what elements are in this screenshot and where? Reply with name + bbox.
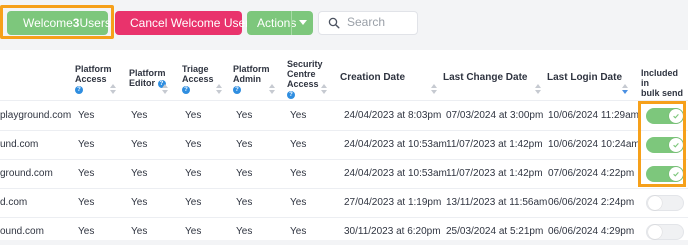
header-last-change-date[interactable]: Last Change Date bbox=[443, 73, 527, 83]
platform-admin-cell: Yes bbox=[236, 139, 253, 150]
cancel-label: Cancel Welcome Users bbox=[130, 16, 256, 30]
sort-last-change-date-icon[interactable] bbox=[535, 84, 542, 95]
triage-access-cell: Yes bbox=[185, 139, 202, 150]
bulk-send-toggle[interactable] bbox=[646, 195, 684, 211]
bulk-send-toggle[interactable] bbox=[646, 224, 684, 240]
security-centre-access-cell: Yes bbox=[290, 197, 307, 208]
platform-editor-cell: Yes bbox=[131, 139, 148, 150]
sort-triage-access-icon[interactable] bbox=[216, 84, 223, 95]
creation-date-cell: 30/11/2023 at 6:20pm bbox=[344, 226, 441, 237]
triage-access-cell: Yes bbox=[185, 168, 202, 179]
table-row[interactable]: ground.com Yes Yes Yes Yes Yes 24/04/202… bbox=[0, 160, 688, 187]
triage-access-cell: Yes bbox=[185, 226, 202, 237]
last-change-date-cell: 11/07/2023 at 1:42pm bbox=[446, 139, 543, 150]
search-input[interactable] bbox=[347, 15, 413, 29]
sort-platform-admin-icon[interactable] bbox=[269, 84, 276, 95]
platform-access-cell: Yes bbox=[78, 110, 95, 121]
sort-creation-date-icon[interactable] bbox=[431, 84, 438, 95]
platform-editor-cell: Yes bbox=[131, 110, 148, 121]
toggle-knob bbox=[648, 225, 662, 239]
platform-admin-cell: Yes bbox=[236, 197, 253, 208]
chevron-down-icon[interactable] bbox=[299, 20, 307, 25]
email-cell: und.com bbox=[0, 139, 39, 150]
platform-editor-cell: Yes bbox=[131, 226, 148, 237]
sort-security-centre-access-icon[interactable] bbox=[321, 84, 328, 95]
triage-access-cell: Yes bbox=[185, 197, 202, 208]
header-platform-access[interactable]: Platform Access ? bbox=[75, 64, 112, 94]
email-cell: playground.com bbox=[0, 110, 72, 121]
last-login-date-cell: 10/06/2024 11:29am bbox=[548, 110, 640, 121]
platform-access-cell: Yes bbox=[78, 226, 95, 237]
platform-access-cell: Yes bbox=[78, 168, 95, 179]
welcome-label-post: Users bbox=[79, 16, 111, 30]
security-centre-access-cell: Yes bbox=[290, 168, 307, 179]
actions-divider bbox=[291, 11, 292, 35]
table-row[interactable]: und.com Yes Yes Yes Yes Yes 24/04/2023 a… bbox=[0, 131, 688, 158]
last-login-date-cell: 10/06/2024 10:24am bbox=[548, 139, 640, 150]
creation-date-cell: 24/04/2023 at 10:53am bbox=[344, 139, 447, 150]
table-row[interactable]: d.com Yes Yes Yes Yes Yes 27/04/2023 at … bbox=[0, 189, 688, 216]
last-change-date-cell: 07/03/2024 at 3:00pm bbox=[446, 110, 544, 121]
header-platform-editor[interactable]: Platform Editor ? bbox=[129, 68, 166, 88]
welcome-users-button[interactable]: Welcome 3 Users bbox=[7, 11, 111, 35]
help-icon[interactable]: ? bbox=[182, 85, 190, 94]
search-box[interactable] bbox=[318, 11, 418, 35]
header-platform-admin[interactable]: Platform Admin ? bbox=[233, 64, 270, 94]
email-cell: d.com bbox=[0, 197, 28, 208]
sort-last-login-date-icon[interactable] bbox=[622, 84, 629, 95]
email-cell: ound.com bbox=[0, 226, 44, 237]
toolbar: Welcome 3 Users Cancel Welcome Users Act… bbox=[0, 0, 688, 48]
platform-editor-cell: Yes bbox=[131, 168, 148, 179]
table-row[interactable]: playground.com Yes Yes Yes Yes Yes 24/04… bbox=[0, 102, 688, 129]
help-icon[interactable]: ? bbox=[75, 85, 83, 94]
platform-admin-cell: Yes bbox=[236, 168, 253, 179]
help-icon[interactable]: ? bbox=[233, 85, 241, 94]
security-centre-access-cell: Yes bbox=[290, 139, 307, 150]
creation-date-cell: 24/04/2023 at 8:03pm bbox=[344, 110, 442, 121]
triage-access-cell: Yes bbox=[185, 110, 202, 121]
last-change-date-cell: 13/11/2023 at 11:56am bbox=[446, 197, 548, 208]
email-cell: ground.com bbox=[0, 168, 53, 179]
last-login-date-cell: 06/06/2024 2:24pm bbox=[548, 197, 635, 208]
help-icon[interactable]: ? bbox=[287, 90, 295, 99]
last-change-date-cell: 11/07/2023 at 1:42pm bbox=[446, 168, 543, 179]
platform-admin-cell: Yes bbox=[236, 110, 253, 121]
security-centre-access-cell: Yes bbox=[290, 226, 307, 237]
welcome-count: 3 bbox=[72, 16, 80, 30]
platform-access-cell: Yes bbox=[78, 197, 95, 208]
header-creation-date[interactable]: Creation Date bbox=[340, 73, 405, 83]
cancel-welcome-users-button[interactable]: Cancel Welcome Users bbox=[115, 11, 255, 35]
sort-platform-access-icon[interactable] bbox=[110, 84, 117, 95]
toggle-knob bbox=[648, 196, 662, 210]
header-included-in-bulk-send[interactable]: Included in bulk send bbox=[641, 68, 688, 98]
last-login-date-cell: 07/06/2024 4:22pm bbox=[548, 168, 635, 179]
header-triage-access[interactable]: Triage Access ? bbox=[182, 64, 214, 94]
header-last-login-date[interactable]: Last Login Date bbox=[547, 73, 622, 83]
platform-editor-cell: Yes bbox=[131, 197, 148, 208]
header-divider bbox=[0, 100, 688, 101]
search-icon bbox=[328, 17, 340, 29]
sort-platform-editor-icon[interactable] bbox=[162, 84, 169, 95]
platform-access-cell: Yes bbox=[78, 139, 95, 150]
highlight-bulk-send-toggles bbox=[638, 101, 686, 187]
welcome-label-pre: Welcome bbox=[23, 16, 73, 30]
actions-dropdown[interactable]: Actions bbox=[247, 11, 313, 35]
table-row[interactable]: ound.com Yes Yes Yes Yes Yes 30/11/2023 … bbox=[0, 218, 688, 245]
last-login-date-cell: 06/06/2024 4:29pm bbox=[548, 226, 635, 237]
header-security-centre-access[interactable]: Security Centre Access ? bbox=[287, 59, 323, 99]
creation-date-cell: 27/04/2023 at 1:19pm bbox=[344, 197, 442, 208]
users-table: Platform Access ? Platform Editor ? Tria… bbox=[0, 50, 688, 240]
platform-admin-cell: Yes bbox=[236, 226, 253, 237]
security-centre-access-cell: Yes bbox=[290, 110, 307, 121]
creation-date-cell: 24/04/2023 at 10:53am bbox=[344, 168, 447, 179]
last-change-date-cell: 25/03/2024 at 5:21pm bbox=[446, 226, 544, 237]
